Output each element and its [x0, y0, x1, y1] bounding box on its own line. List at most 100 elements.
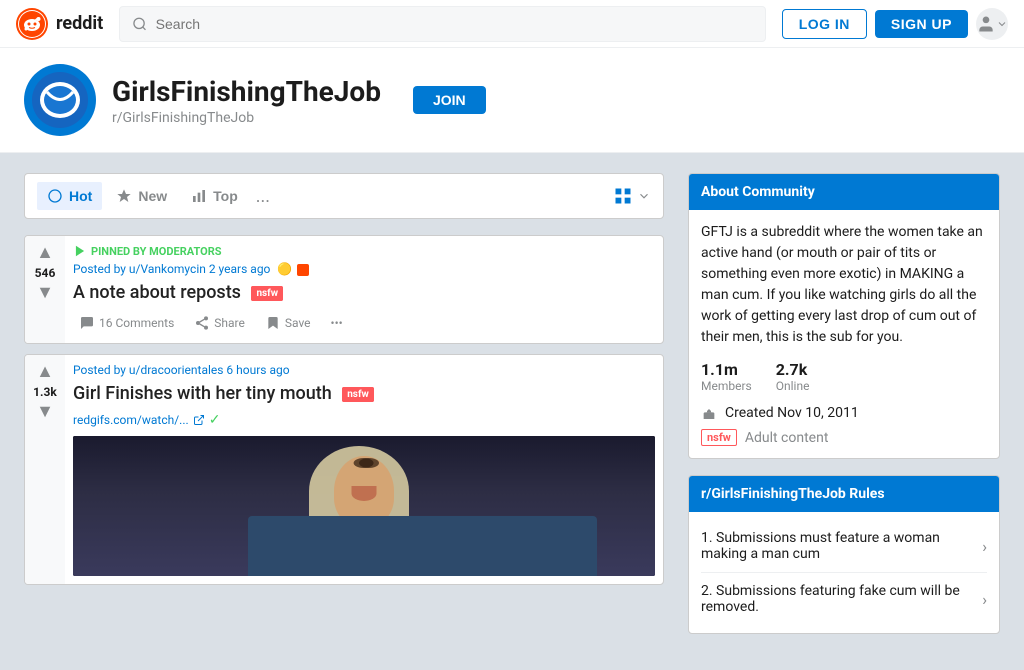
search-bar[interactable]: [119, 6, 765, 42]
about-text: GFTJ is a subreddit where the women take…: [701, 222, 987, 348]
subreddit-sub-name: r/GirlsFinishingTheJob: [112, 110, 381, 126]
save-button-pinned[interactable]: Save: [259, 311, 317, 335]
members-stat: 1.1m Members: [701, 360, 752, 393]
rules-list: 1. Submissions must feature a woman maki…: [689, 512, 999, 633]
sort-more-button[interactable]: ...: [256, 186, 270, 207]
created-date: Created Nov 10, 2011: [725, 405, 859, 421]
comments-button[interactable]: 16 Comments: [73, 311, 180, 335]
cake-icon: [701, 405, 717, 421]
subreddit-logo-icon: [32, 72, 88, 128]
rule-chevron-1: ›: [982, 537, 987, 556]
chevron-down-icon: [996, 18, 1008, 30]
verified-icon: ✓: [209, 412, 221, 428]
post-card-pinned: ▲ 546 ▼ PINNED BY MODERATORS Posted by u…: [24, 235, 664, 344]
post-title-pinned[interactable]: A note about reposts nsfw: [73, 282, 655, 303]
stats-row: 1.1m Members 2.7k Online: [701, 360, 987, 393]
sort-top-label: Top: [213, 188, 238, 204]
upvote-button[interactable]: ▲: [36, 244, 54, 262]
post-card-2: ▲ 1.3k ▼ Posted by u/dracoorientales 6 h…: [24, 354, 664, 585]
main-content: Hot New Top ...: [0, 153, 1024, 670]
rules-card: r/GirlsFinishingTheJob Rules 1. Submissi…: [688, 475, 1000, 634]
thumbnail-content: [73, 436, 655, 576]
sort-hot-label: Hot: [69, 188, 92, 204]
nsfw-row: nsfw Adult content: [701, 429, 987, 446]
sort-hot-button[interactable]: Hot: [37, 182, 102, 210]
post-body-2: Posted by u/dracoorientales 6 hours ago …: [65, 355, 663, 584]
sort-top-button[interactable]: Top: [181, 182, 248, 210]
feed: Hot New Top ...: [24, 173, 664, 650]
bar-chart-icon: [191, 188, 207, 204]
pinned-label: PINNED BY MODERATORS: [91, 245, 222, 258]
post-meta-pinned: Posted by u/Vankomycin 2 years ago 🟡: [73, 262, 655, 276]
pin-icon: [73, 244, 87, 258]
adult-content-label: Adult content: [745, 430, 829, 446]
comment-icon: [79, 315, 95, 331]
sort-new-button[interactable]: New: [106, 182, 177, 210]
online-label: Online: [776, 379, 810, 393]
post-body-pinned: PINNED BY MODERATORS Posted by u/Vankomy…: [65, 236, 663, 343]
downvote-button-2[interactable]: ▼: [36, 403, 54, 421]
search-input[interactable]: [156, 16, 753, 32]
post-title-2[interactable]: Girl Finishes with her tiny mouth nsfw: [73, 383, 655, 404]
vote-count: 546: [35, 266, 56, 280]
sidebar: About Community GFTJ is a subreddit wher…: [688, 173, 1000, 650]
rules-header: r/GirlsFinishingTheJob Rules: [689, 476, 999, 512]
rule-text-1: 1. Submissions must feature a woman maki…: [701, 530, 982, 562]
post-author-link[interactable]: Posted by u/Vankomycin 2 years ago: [73, 262, 270, 276]
user-icon: [976, 14, 996, 34]
external-link-icon: [193, 414, 205, 426]
sort-new-label: New: [138, 188, 167, 204]
comments-count: 16 Comments: [99, 316, 174, 330]
share-label-pinned: Share: [214, 316, 245, 330]
user-menu[interactable]: [976, 8, 1008, 40]
online-stat: 2.7k Online: [776, 360, 810, 393]
sort-bar: Hot New Top ...: [24, 173, 664, 219]
rule-chevron-2: ›: [982, 590, 987, 609]
vote-column-2: ▲ 1.3k ▼: [25, 355, 65, 584]
reddit-logo-icon: [16, 8, 48, 40]
vote-column: ▲ 546 ▼: [25, 236, 65, 343]
link-text: redgifs.com/watch/...: [73, 413, 189, 427]
subreddit-icon: [24, 64, 96, 136]
view-toggle[interactable]: [613, 186, 651, 206]
nsfw-label: nsfw: [701, 429, 737, 446]
upvote-button-2[interactable]: ▲: [36, 363, 54, 381]
post-thumbnail[interactable]: [73, 436, 655, 576]
about-community-header: About Community: [689, 174, 999, 210]
rule-item-1[interactable]: 1. Submissions must feature a woman maki…: [701, 520, 987, 573]
downvote-button[interactable]: ▼: [36, 284, 54, 302]
save-label-pinned: Save: [285, 316, 311, 330]
about-community-body: GFTJ is a subreddit where the women take…: [689, 210, 999, 458]
flame-icon: [47, 188, 63, 204]
header-right: LOG IN SIGN UP: [782, 8, 1008, 40]
rule-item-2[interactable]: 2. Submissions featuring fake cum will b…: [701, 573, 987, 625]
sparkle-icon: [116, 188, 132, 204]
bookmark-icon: [265, 315, 281, 331]
nsfw-badge-pinned: nsfw: [251, 286, 283, 301]
logo-area[interactable]: reddit: [16, 8, 103, 40]
post-meta-2: Posted by u/dracoorientales 6 hours ago: [73, 363, 655, 377]
post-link[interactable]: redgifs.com/watch/... ✓: [73, 412, 655, 428]
share-button-pinned[interactable]: Share: [188, 311, 251, 335]
post-author-link-2[interactable]: Posted by u/dracoorientales 6 hours ago: [73, 363, 290, 377]
pinned-badge: PINNED BY MODERATORS: [73, 244, 655, 258]
share-icon: [194, 315, 210, 331]
nsfw-badge-2: nsfw: [342, 387, 374, 402]
login-button[interactable]: LOG IN: [782, 9, 867, 39]
subreddit-title: GirlsFinishingTheJob: [112, 75, 381, 108]
more-options-button[interactable]: •••: [325, 312, 349, 334]
subreddit-banner: GirlsFinishingTheJob r/GirlsFinishingThe…: [0, 48, 1024, 153]
ellipsis-icon: •••: [331, 316, 343, 330]
grid-view-icon: [613, 186, 633, 206]
created-row: Created Nov 10, 2011: [701, 405, 987, 421]
header: reddit LOG IN SIGN UP: [0, 0, 1024, 48]
post-actions-pinned: 16 Comments Share Sa: [73, 311, 655, 335]
signup-button[interactable]: SIGN UP: [875, 10, 968, 38]
about-community-card: About Community GFTJ is a subreddit wher…: [688, 173, 1000, 459]
chevron-down-icon: [637, 189, 651, 203]
join-button[interactable]: JOIN: [413, 86, 486, 114]
online-count: 2.7k: [776, 360, 810, 379]
vote-count-2: 1.3k: [33, 385, 57, 399]
members-label: Members: [701, 379, 752, 393]
search-icon: [132, 16, 147, 32]
